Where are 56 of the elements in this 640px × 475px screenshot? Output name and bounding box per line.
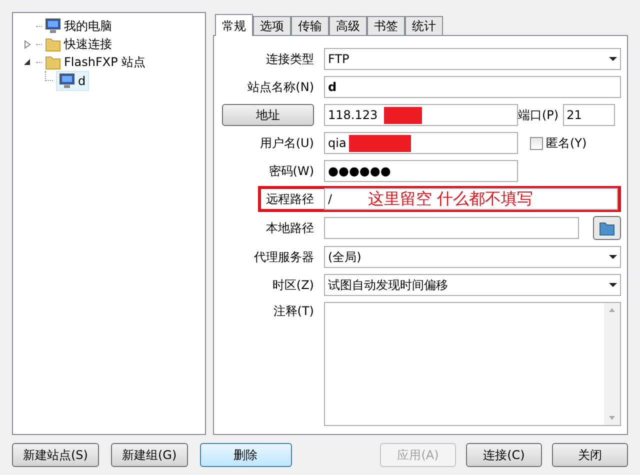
dialog-button[interactable]: 关闭 — [552, 443, 628, 467]
password-field[interactable]: ●●●●●● — [324, 160, 518, 182]
dropdown-caret-icon — [609, 283, 617, 287]
dialog-button[interactable]: 连接(C) — [466, 443, 542, 467]
tab[interactable]: 常规 — [215, 14, 253, 36]
text-field[interactable]: / 这里留空 什么都不填写 — [324, 188, 618, 210]
field-label: 端口(P) — [518, 107, 559, 124]
dropdown-caret-icon — [609, 255, 617, 259]
dialog-button[interactable]: 新建站点(S) — [12, 443, 99, 467]
checkbox[interactable] — [530, 136, 543, 150]
tab[interactable]: 书签 — [367, 16, 405, 35]
field-label: 远程路径 — [266, 191, 314, 208]
field-label: 时区(Z) — [272, 277, 314, 294]
folder-icon — [45, 54, 61, 70]
tree-item[interactable]: 快速连接 — [64, 35, 112, 53]
computer-icon — [59, 73, 75, 89]
folder-icon — [45, 36, 61, 52]
tree-item[interactable]: FlashFXP 站点 — [64, 53, 146, 71]
dropdown-value: FTP — [328, 51, 350, 68]
dropdown[interactable]: FTP — [324, 48, 621, 70]
tree-item[interactable]: 我的电脑 — [64, 17, 112, 35]
field-label: 站点名称(N) — [248, 79, 314, 96]
text-field[interactable]: qia — [324, 132, 518, 154]
field-label: 注释(T) — [273, 303, 314, 320]
tab[interactable]: 高级 — [329, 16, 367, 35]
dropdown[interactable]: (全局) — [324, 246, 621, 268]
tab[interactable]: 选项 — [253, 16, 291, 35]
scroll-down-icon — [609, 416, 615, 420]
computer-icon — [45, 18, 61, 34]
port-field[interactable]: 21 — [562, 104, 615, 126]
tab[interactable]: 统计 — [405, 16, 443, 35]
field-label: 用户名(U) — [260, 135, 314, 152]
path-field[interactable] — [324, 217, 579, 239]
annotation-note: 这里留空 什么都不填写 — [368, 188, 534, 210]
field-label: 连接类型 — [266, 51, 314, 68]
tree-item[interactable]: d — [56, 71, 89, 91]
folder-icon — [599, 220, 615, 236]
text-field[interactable]: d — [324, 76, 621, 98]
dropdown-caret-icon — [609, 57, 617, 61]
dialog-button[interactable]: 删除 — [200, 443, 292, 467]
browse-button[interactable] — [593, 216, 621, 240]
address-field[interactable]: 118.123 — [324, 104, 518, 126]
dialog-button[interactable]: 新建组(G) — [110, 443, 188, 467]
field-label: 本地路径 — [266, 220, 314, 237]
memo-field[interactable] — [324, 302, 621, 426]
dropdown[interactable]: 试图自动发现时间偏移 — [324, 274, 621, 296]
address-button[interactable]: 地址 — [222, 104, 314, 126]
tab[interactable]: 传输 — [291, 16, 329, 35]
scrollbar[interactable] — [604, 303, 620, 425]
field-label: 代理服务器 — [254, 249, 314, 266]
dropdown-value: 试图自动发现时间偏移 — [328, 277, 448, 294]
dropdown-value: (全局) — [328, 249, 362, 266]
field-value: / — [328, 191, 332, 208]
field-label: 密码(W) — [268, 163, 314, 180]
scroll-up-icon — [609, 308, 615, 312]
checkbox-label: 匿名(Y) — [546, 135, 587, 152]
